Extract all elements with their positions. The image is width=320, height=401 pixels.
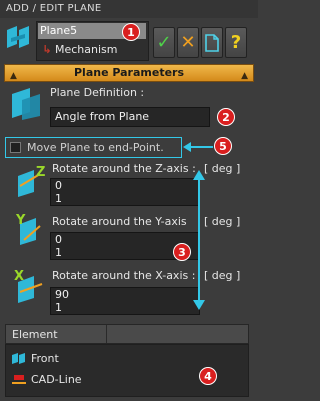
vertical-callout-arrow-icon bbox=[193, 170, 205, 310]
tree-item-mechanism[interactable]: ↳ Mechanism bbox=[39, 40, 147, 58]
rotate-y-unit: [ deg ] bbox=[204, 215, 241, 228]
help-button[interactable]: ? bbox=[225, 27, 247, 58]
branch-arrow-icon: ↳ bbox=[42, 42, 52, 56]
z-axis-icon: Z bbox=[18, 165, 45, 197]
move-plane-checkbox[interactable] bbox=[10, 142, 21, 153]
new-button[interactable] bbox=[201, 27, 223, 58]
x-icon: ✕ bbox=[180, 32, 196, 53]
check-icon: ✓ bbox=[156, 32, 172, 53]
svg-text:X: X bbox=[14, 269, 24, 284]
plane-logo-icon bbox=[7, 26, 29, 48]
element-list-header[interactable]: Element bbox=[5, 324, 249, 344]
plane-definition-label: Plane Definition : bbox=[50, 86, 145, 99]
ok-button[interactable]: ✓ bbox=[153, 27, 175, 58]
list-item-label: CAD-Line bbox=[31, 372, 82, 386]
section-plane-parameters[interactable]: ▲ Plane Parameters ▲ bbox=[4, 64, 254, 82]
rotate-x-label: Rotate around the X-axis : bbox=[52, 269, 196, 282]
rotate-x-input[interactable]: 90 1 bbox=[50, 287, 200, 315]
column-divider bbox=[106, 325, 107, 343]
rotate-x-step[interactable]: 1 bbox=[51, 301, 199, 314]
cad-line-icon bbox=[12, 375, 26, 384]
window-title: ADD / EDIT PLANE bbox=[0, 0, 258, 18]
list-item[interactable]: Front bbox=[12, 349, 59, 367]
rotate-z-unit: [ deg ] bbox=[204, 162, 241, 175]
document-icon bbox=[205, 33, 219, 52]
collapse-triangle-icon: ▲ bbox=[241, 71, 248, 81]
list-item[interactable]: CAD-Line bbox=[12, 370, 82, 388]
y-axis-icon: Y bbox=[15, 213, 41, 245]
callout-badge-5: 5 bbox=[214, 137, 232, 155]
svg-text:Y: Y bbox=[15, 213, 26, 228]
question-icon: ? bbox=[230, 32, 242, 53]
element-column-header: Element bbox=[12, 328, 58, 341]
tree-item-label: Mechanism bbox=[55, 42, 118, 56]
list-item-label: Front bbox=[31, 351, 59, 365]
svg-text:Z: Z bbox=[36, 165, 45, 180]
rotate-z-label: Rotate around the Z-axis : bbox=[52, 162, 196, 175]
rotate-z-value[interactable]: 0 bbox=[51, 179, 199, 192]
callout-badge-4: 4 bbox=[199, 367, 217, 385]
move-plane-label: Move Plane to end-Point. bbox=[27, 141, 164, 154]
callout-badge-2: 2 bbox=[217, 108, 235, 126]
rotate-x-value[interactable]: 90 bbox=[51, 288, 199, 301]
plane-definition-select[interactable]: Angle from Plane bbox=[50, 107, 210, 127]
callout-arrow-icon bbox=[183, 142, 213, 152]
rotate-y-label: Rotate around the Y-axis bbox=[52, 215, 187, 228]
section-title: Plane Parameters bbox=[73, 66, 185, 79]
rotate-z-step[interactable]: 1 bbox=[51, 192, 199, 205]
cancel-button[interactable]: ✕ bbox=[177, 27, 199, 58]
plane-definition-icon bbox=[12, 88, 40, 120]
callout-badge-1: 1 bbox=[122, 23, 140, 41]
plane-icon bbox=[12, 353, 25, 364]
rotate-x-unit: [ deg ] bbox=[204, 269, 241, 282]
callout-badge-3: 3 bbox=[173, 243, 191, 261]
move-plane-checkbox-row[interactable]: Move Plane to end-Point. bbox=[5, 137, 182, 158]
x-axis-icon: X bbox=[14, 269, 43, 303]
collapse-triangle-icon: ▲ bbox=[10, 71, 17, 81]
rotate-z-input[interactable]: 0 1 bbox=[50, 178, 200, 206]
